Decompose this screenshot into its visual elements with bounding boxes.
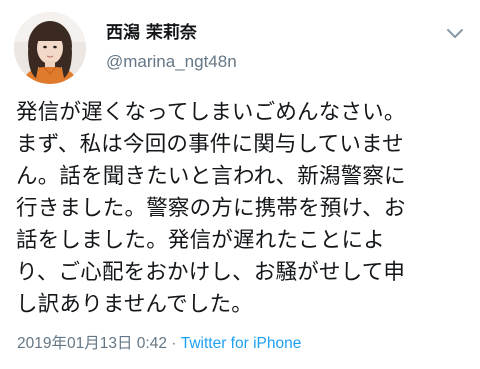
meta-separator: ·: [171, 335, 177, 352]
tweet-text-line: 行きました。警察の方に携帯を預け、お: [16, 196, 406, 221]
tweet-text-line: し訳ありませんでした。: [16, 292, 253, 317]
avatar-image: [14, 12, 86, 84]
tweet-meta: 2019年01月13日 0:42 · Twitter for iPhone: [17, 334, 301, 354]
tweet-text: 発信が遅くなってしまいごめんなさい。 まず、私は今回の事件に関与していませ ん。…: [16, 97, 472, 321]
user-handle[interactable]: @marina_ngt48n: [106, 52, 406, 72]
tweet-text-line: ん。話を聞きたいと言われ、新潟警察に: [16, 164, 406, 189]
display-name[interactable]: 西潟 茉莉奈: [106, 22, 406, 44]
tweet-text-line: り、ご心配をおかけし、お騒がせして申: [16, 260, 406, 285]
author-block: 西潟 茉莉奈 @marina_ngt48n: [106, 22, 406, 72]
chevron-down-icon[interactable]: [444, 26, 466, 42]
tweet-header: 西潟 茉莉奈 @marina_ngt48n: [14, 12, 466, 86]
tweet-text-line: 話をしました。発信が遅れたことによ: [16, 228, 385, 253]
tweet-card: 西潟 茉莉奈 @marina_ngt48n 発信が遅くなってしまいごめんなさい。…: [0, 0, 480, 369]
timestamp[interactable]: 2019年01月13日 0:42: [17, 335, 167, 352]
tweet-text-line: まず、私は今回の事件に関与していませ: [16, 132, 404, 157]
tweet-text-line: 発信が遅くなってしまいごめんなさい。: [16, 100, 406, 125]
avatar[interactable]: [14, 12, 86, 84]
source-link[interactable]: Twitter for iPhone: [181, 335, 302, 352]
